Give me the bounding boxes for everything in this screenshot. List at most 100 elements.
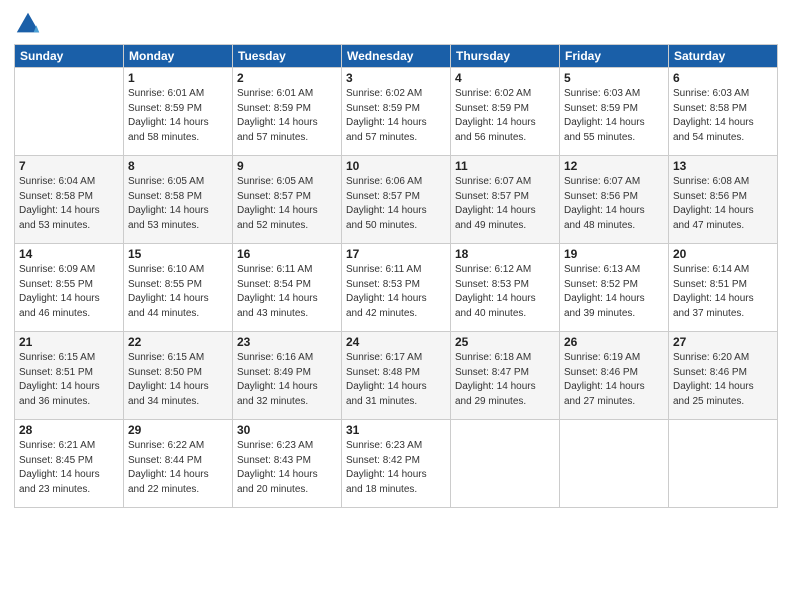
cell-sun-info: Sunrise: 6:23 AMSunset: 8:43 PMDaylight:… <box>237 439 337 497</box>
calendar-cell: 6Sunrise: 6:03 AMSunset: 8:58 PMDaylight… <box>669 68 778 156</box>
weekday-header-monday: Monday <box>124 45 233 68</box>
calendar-cell: 29Sunrise: 6:22 AMSunset: 8:44 PMDayligh… <box>124 420 233 508</box>
logo <box>14 10 46 38</box>
calendar-cell: 23 Sunrise: 6:16 AMSunset: 8:49 PMDayligh… <box>233 332 342 420</box>
cell-sun-info: Sunrise: 6:03 AMSunset: 8:59 PMDaylight:… <box>564 87 664 145</box>
page: SundayMondayTuesdayWednesdayThursdayFrid… <box>0 0 792 612</box>
weekday-header-sunday: Sunday <box>15 45 124 68</box>
calendar-cell: 10 Sunrise: 6:06 AMSunset: 8:57 PMDayligh… <box>342 156 451 244</box>
cell-day-number: 25 <box>455 335 555 349</box>
calendar-cell: 25 Sunrise: 6:18 AMSunset: 8:47 PMDayligh… <box>451 332 560 420</box>
cell-day-number: 21 <box>19 335 119 349</box>
cell-day-number: 7 <box>19 159 119 173</box>
calendar-cell: 1Sunrise: 6:01 AMSunset: 8:59 PMDaylight… <box>124 68 233 156</box>
cell-sun-info: Sunrise: 6:01 AMSunset: 8:59 PMDaylight:… <box>237 87 337 145</box>
cell-day-number: 5 <box>564 71 664 85</box>
cell-day-number: 28 <box>19 423 119 437</box>
cell-day-number: 11 <box>455 159 555 173</box>
calendar-cell: 3Sunrise: 6:02 AMSunset: 8:59 PMDaylight… <box>342 68 451 156</box>
calendar-week-row: 21 Sunrise: 6:15 AMSunset: 8:51 PMDayligh… <box>15 332 778 420</box>
cell-sun-info: Sunrise: 6:08 AMSunset: 8:56 PMDaylight:… <box>673 175 773 233</box>
calendar-cell: 5 Sunrise: 6:03 AMSunset: 8:59 PMDaylight… <box>560 68 669 156</box>
weekday-header-friday: Friday <box>560 45 669 68</box>
cell-day-number: 31 <box>346 423 446 437</box>
calendar-cell <box>15 68 124 156</box>
calendar-week-row: 28 Sunrise: 6:21 AMSunset: 8:45 PMDayligh… <box>15 420 778 508</box>
cell-sun-info: Sunrise: 6:04 AMSunset: 8:58 PMDaylight:… <box>19 175 119 233</box>
cell-sun-info: Sunrise: 6:01 AMSunset: 8:59 PMDaylight:… <box>128 87 228 145</box>
cell-day-number: 12 <box>564 159 664 173</box>
calendar-cell: 16 Sunrise: 6:11 AMSunset: 8:54 PMDayligh… <box>233 244 342 332</box>
calendar-cell: 17 Sunrise: 6:11 AMSunset: 8:53 PMDayligh… <box>342 244 451 332</box>
calendar-week-row: 1Sunrise: 6:01 AMSunset: 8:59 PMDaylight… <box>15 68 778 156</box>
calendar-cell: 11 Sunrise: 6:07 AMSunset: 8:57 PMDayligh… <box>451 156 560 244</box>
calendar-cell: 4 Sunrise: 6:02 AMSunset: 8:59 PMDaylight… <box>451 68 560 156</box>
cell-sun-info: Sunrise: 6:10 AMSunset: 8:55 PMDaylight:… <box>128 263 228 321</box>
calendar-cell <box>451 420 560 508</box>
calendar-cell: 12 Sunrise: 6:07 AMSunset: 8:56 PMDayligh… <box>560 156 669 244</box>
calendar-table: SundayMondayTuesdayWednesdayThursdayFrid… <box>14 44 778 508</box>
calendar-cell: 9 Sunrise: 6:05 AMSunset: 8:57 PMDaylight… <box>233 156 342 244</box>
cell-sun-info: Sunrise: 6:13 AMSunset: 8:52 PMDaylight:… <box>564 263 664 321</box>
cell-sun-info: Sunrise: 6:09 AMSunset: 8:55 PMDaylight:… <box>19 263 119 321</box>
cell-sun-info: Sunrise: 6:05 AMSunset: 8:58 PMDaylight:… <box>128 175 228 233</box>
cell-sun-info: Sunrise: 6:15 AMSunset: 8:50 PMDaylight:… <box>128 351 228 409</box>
cell-day-number: 9 <box>237 159 337 173</box>
cell-day-number: 10 <box>346 159 446 173</box>
cell-day-number: 4 <box>455 71 555 85</box>
cell-day-number: 19 <box>564 247 664 261</box>
weekday-header-thursday: Thursday <box>451 45 560 68</box>
cell-sun-info: Sunrise: 6:05 AMSunset: 8:57 PMDaylight:… <box>237 175 337 233</box>
cell-sun-info: Sunrise: 6:19 AMSunset: 8:46 PMDaylight:… <box>564 351 664 409</box>
calendar-week-row: 7 Sunrise: 6:04 AMSunset: 8:58 PMDaylight… <box>15 156 778 244</box>
calendar-cell <box>560 420 669 508</box>
cell-day-number: 13 <box>673 159 773 173</box>
cell-sun-info: Sunrise: 6:17 AMSunset: 8:48 PMDaylight:… <box>346 351 446 409</box>
weekday-header-row: SundayMondayTuesdayWednesdayThursdayFrid… <box>15 45 778 68</box>
calendar-cell: 22 Sunrise: 6:15 AMSunset: 8:50 PMDayligh… <box>124 332 233 420</box>
cell-sun-info: Sunrise: 6:22 AMSunset: 8:44 PMDaylight:… <box>128 439 228 497</box>
calendar-cell: 14 Sunrise: 6:09 AMSunset: 8:55 PMDayligh… <box>15 244 124 332</box>
cell-day-number: 14 <box>19 247 119 261</box>
cell-sun-info: Sunrise: 6:06 AMSunset: 8:57 PMDaylight:… <box>346 175 446 233</box>
logo-icon <box>14 10 42 38</box>
cell-sun-info: Sunrise: 6:11 AMSunset: 8:53 PMDaylight:… <box>346 263 446 321</box>
cell-day-number: 27 <box>673 335 773 349</box>
cell-sun-info: Sunrise: 6:07 AMSunset: 8:56 PMDaylight:… <box>564 175 664 233</box>
calendar-cell: 19 Sunrise: 6:13 AMSunset: 8:52 PMDayligh… <box>560 244 669 332</box>
calendar-cell: 8Sunrise: 6:05 AMSunset: 8:58 PMDaylight… <box>124 156 233 244</box>
cell-day-number: 16 <box>237 247 337 261</box>
cell-sun-info: Sunrise: 6:18 AMSunset: 8:47 PMDaylight:… <box>455 351 555 409</box>
cell-day-number: 17 <box>346 247 446 261</box>
cell-day-number: 20 <box>673 247 773 261</box>
calendar-cell <box>669 420 778 508</box>
cell-day-number: 30 <box>237 423 337 437</box>
calendar-cell: 31Sunrise: 6:23 AMSunset: 8:42 PMDayligh… <box>342 420 451 508</box>
cell-sun-info: Sunrise: 6:07 AMSunset: 8:57 PMDaylight:… <box>455 175 555 233</box>
weekday-header-wednesday: Wednesday <box>342 45 451 68</box>
cell-sun-info: Sunrise: 6:03 AMSunset: 8:58 PMDaylight:… <box>673 87 773 145</box>
calendar-cell: 24 Sunrise: 6:17 AMSunset: 8:48 PMDayligh… <box>342 332 451 420</box>
cell-sun-info: Sunrise: 6:16 AMSunset: 8:49 PMDaylight:… <box>237 351 337 409</box>
calendar-cell: 13 Sunrise: 6:08 AMSunset: 8:56 PMDayligh… <box>669 156 778 244</box>
cell-sun-info: Sunrise: 6:21 AMSunset: 8:45 PMDaylight:… <box>19 439 119 497</box>
calendar-cell: 28 Sunrise: 6:21 AMSunset: 8:45 PMDayligh… <box>15 420 124 508</box>
calendar-cell: 26Sunrise: 6:19 AMSunset: 8:46 PMDayligh… <box>560 332 669 420</box>
calendar-cell: 7 Sunrise: 6:04 AMSunset: 8:58 PMDaylight… <box>15 156 124 244</box>
cell-day-number: 22 <box>128 335 228 349</box>
calendar-cell: 30 Sunrise: 6:23 AMSunset: 8:43 PMDayligh… <box>233 420 342 508</box>
weekday-header-tuesday: Tuesday <box>233 45 342 68</box>
cell-sun-info: Sunrise: 6:15 AMSunset: 8:51 PMDaylight:… <box>19 351 119 409</box>
cell-day-number: 24 <box>346 335 446 349</box>
cell-day-number: 23 <box>237 335 337 349</box>
cell-sun-info: Sunrise: 6:11 AMSunset: 8:54 PMDaylight:… <box>237 263 337 321</box>
cell-day-number: 2 <box>237 71 337 85</box>
calendar-week-row: 14 Sunrise: 6:09 AMSunset: 8:55 PMDayligh… <box>15 244 778 332</box>
calendar-cell: 2 Sunrise: 6:01 AMSunset: 8:59 PMDaylight… <box>233 68 342 156</box>
cell-day-number: 18 <box>455 247 555 261</box>
weekday-header-saturday: Saturday <box>669 45 778 68</box>
calendar-cell: 18 Sunrise: 6:12 AMSunset: 8:53 PMDayligh… <box>451 244 560 332</box>
cell-day-number: 15 <box>128 247 228 261</box>
cell-sun-info: Sunrise: 6:12 AMSunset: 8:53 PMDaylight:… <box>455 263 555 321</box>
cell-sun-info: Sunrise: 6:02 AMSunset: 8:59 PMDaylight:… <box>455 87 555 145</box>
